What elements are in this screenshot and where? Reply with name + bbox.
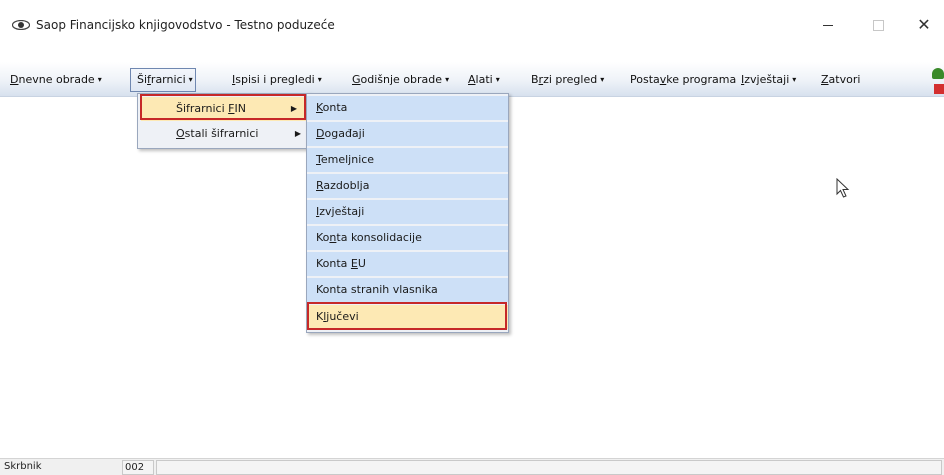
submenu-item-label: Konta EU [316,252,366,276]
submenu-item-konta-eu[interactable]: Konta EU [307,252,508,276]
menu-ispisi-i-pregledi[interactable]: Ispisi i pregledi ▾ [232,73,322,86]
submenu-item-label: Temeljnice [316,148,374,172]
dropdown-caret-icon: ▾ [445,75,450,84]
label-text: odišnje obrade [360,73,443,86]
submenu-item-label: Događaji [316,122,365,146]
label-text: Konta [316,257,351,270]
menu-item-label: Ostali šifrarnici [176,122,258,146]
submenu-item-temeljnice[interactable]: Temeljnice [307,148,508,172]
close-button[interactable]: ✕ [904,12,944,38]
status-green-icon[interactable] [932,68,944,79]
label-text: azdoblja [323,179,370,192]
menu-item-ostali-sifrarnici[interactable]: Ostali šifrarnici ▶ [138,122,310,146]
submenu-item-label: Konta konsolidacije [316,226,422,250]
annotation-box-kljucevi [307,302,507,330]
label-text: U [357,257,366,270]
menu-zatvori[interactable]: Zatvori [821,73,860,86]
label-text: ke programa [666,73,737,86]
status-code: 002 [122,460,154,475]
menu-godisnje-obrade[interactable]: Godišnje obrade ▾ [352,73,449,86]
status-message [156,460,942,475]
sifrarnici-fin-submenu: Konta Događaji Temeljnice Razdoblja Izvješta… [306,93,509,333]
label-text: nevne obrade [18,73,95,86]
app-eye-icon [12,20,30,30]
menu-dnevne-obrade[interactable]: Dnevne obrade ▾ [10,73,102,86]
window-title: Saop Financijsko knjigovodstvo - Testno … [36,18,335,32]
menu-brzi-pregled[interactable]: Brzi pregled ▾ [531,73,604,86]
submenu-item-izvjestaji[interactable]: Izvještaji [307,200,508,224]
label-text: zvještaji [744,73,790,86]
submenu-item-label: Konta [316,96,347,120]
label-text: zi pregled [543,73,598,86]
label-text: stali šifrarnici [184,127,259,140]
label-text: Ši [137,73,148,86]
dropdown-caret-icon: ▾ [188,75,193,84]
dropdown-caret-icon: ▾ [792,75,797,84]
minimize-icon [823,24,833,26]
label-text: rarnici [150,73,186,86]
label-text: spisi i pregledi [235,73,315,86]
submenu-item-razdoblja[interactable]: Razdoblja [307,174,508,198]
label-mnemonic: E [350,257,358,270]
dropdown-caret-icon: ▾ [495,75,500,84]
label-text: zvještaji [319,205,365,218]
label-mnemonic: A [468,73,476,86]
submenu-item-konta[interactable]: Konta [307,96,508,120]
label-mnemonic: O [176,127,185,140]
label-text: ogađaji [324,127,365,140]
menu-sifrarnici[interactable]: Šifrarnici ▾ [137,73,193,86]
title-bar: Saop Financijsko knjigovodstvo - Testno … [0,0,944,52]
dropdown-caret-icon: ▾ [97,75,102,84]
pdf-icon[interactable] [934,84,944,94]
label-text: Posta [630,73,660,86]
label-text: Ko [316,231,330,244]
mouse-pointer-icon [836,178,850,198]
menu-alati[interactable]: Alati ▾ [468,73,500,86]
label-mnemonic: Z [821,73,829,86]
status-user: Skrbnik [4,461,42,472]
submenu-arrow-icon: ▶ [294,129,301,138]
label-text: lati [475,73,493,86]
submenu-item-label: Izvještaji [316,200,364,224]
submenu-item-label: Razdoblja [316,174,369,198]
dropdown-caret-icon: ▾ [317,75,322,84]
dropdown-caret-icon: ▾ [600,75,605,84]
submenu-item-label: Konta stranih vlasnika [316,278,438,302]
submenu-item-konta-stranih-vlasnika[interactable]: Konta stranih vlasnika [307,278,508,302]
label-text: B [531,73,539,86]
maximize-button[interactable] [858,12,898,38]
label-mnemonic: K [316,101,323,114]
annotation-box-sifrarnici-fin [140,94,306,120]
submenu-item-konta-konsolidacije[interactable]: Konta konsolidacije [307,226,508,250]
label-text: ta konsolidacije [336,231,422,244]
minimize-button[interactable] [808,12,848,38]
menu-postavke-programa[interactable]: Postavke programa [630,73,736,86]
label-text: Konta stranih vlasnika [316,283,438,296]
submenu-item-doga-aji[interactable]: Događaji [307,122,508,146]
label-text: emeljnice [320,153,375,166]
label-mnemonic: G [352,73,361,86]
maximize-icon [872,20,884,31]
label-text: atvori [828,73,861,86]
status-bar: Skrbnik 002 [0,458,944,475]
menu-bar: Dnevne obrade ▾ Šifrarnici ▾ Ispisi i pregle… [0,62,944,97]
menu-izvjestaji[interactable]: Izvještaji ▾ [741,73,796,86]
label-text: onta [322,101,348,114]
